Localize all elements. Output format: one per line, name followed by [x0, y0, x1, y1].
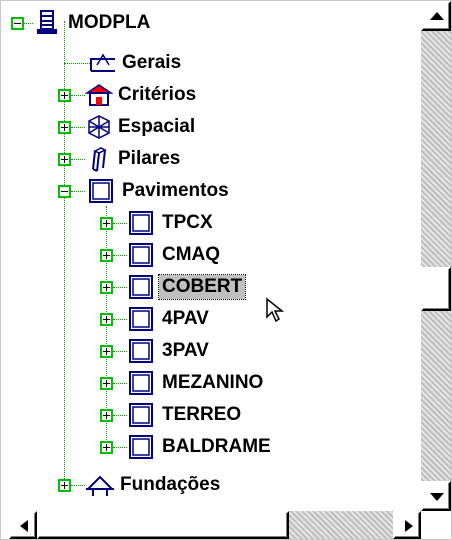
- criteria-icon: [85, 84, 113, 106]
- tree-node-label[interactable]: TPCX: [159, 211, 216, 235]
- column-icon: [92, 147, 107, 172]
- scroll-right-button[interactable]: [393, 511, 421, 539]
- tree-node-label[interactable]: MEZANINO: [159, 371, 266, 395]
- vertical-scrollbar[interactable]: [421, 1, 451, 511]
- expand-toggle[interactable]: [100, 345, 113, 358]
- arrow-left-icon: [20, 520, 28, 532]
- tree-node-label[interactable]: MODPLA: [65, 11, 153, 35]
- expand-toggle[interactable]: [58, 89, 71, 102]
- expand-toggle[interactable]: [100, 217, 113, 230]
- tree-node-label[interactable]: TERREO: [159, 403, 244, 427]
- building-icon: [37, 10, 57, 34]
- scroll-down-button[interactable]: [421, 481, 451, 511]
- floor-icon: [129, 371, 153, 395]
- scroll-up-button[interactable]: [421, 1, 451, 31]
- tree-node-label[interactable]: Espacial: [115, 115, 198, 139]
- horizontal-scroll-thumb[interactable]: [37, 511, 289, 539]
- expand-toggle[interactable]: [100, 441, 113, 454]
- foundation-icon: [85, 475, 115, 496]
- floor-icon: [129, 211, 153, 235]
- expand-toggle[interactable]: [58, 153, 71, 166]
- collapse-toggle[interactable]: [11, 17, 24, 30]
- tree-node-label-selected[interactable]: COBERT: [157, 274, 247, 300]
- tree-line-gerais-h: [64, 63, 92, 64]
- expand-toggle[interactable]: [58, 479, 71, 492]
- scrollbar-corner: [421, 511, 451, 539]
- tree-node-label[interactable]: Pilares: [115, 147, 183, 171]
- expand-toggle[interactable]: [100, 377, 113, 390]
- spatial-frame-icon: [88, 115, 110, 139]
- expand-toggle[interactable]: [100, 409, 113, 422]
- horizontal-scrollbar[interactable]: [9, 511, 421, 539]
- collapse-toggle[interactable]: [58, 185, 71, 198]
- scroll-left-button[interactable]: [9, 511, 37, 539]
- floor-icon: [89, 179, 113, 203]
- floor-icon: [129, 243, 153, 267]
- floor-icon: [129, 339, 153, 363]
- floor-icon: [129, 307, 153, 331]
- tree-node-label[interactable]: Fundações: [117, 473, 223, 497]
- beam-icon: [90, 53, 115, 72]
- tree-node-label[interactable]: 4PAV: [159, 307, 212, 331]
- arrow-down-icon: [430, 493, 444, 501]
- expand-toggle[interactable]: [100, 281, 113, 294]
- tree-node-label[interactable]: Critérios: [115, 83, 199, 107]
- expand-toggle[interactable]: [58, 121, 71, 134]
- tree-node-label[interactable]: 3PAV: [159, 339, 212, 363]
- tree-node-label[interactable]: CMAQ: [159, 243, 223, 267]
- floor-icon: [129, 403, 153, 427]
- arrow-right-icon: [405, 520, 413, 532]
- tree-node-label[interactable]: Pavimentos: [119, 179, 232, 203]
- arrow-up-icon: [430, 12, 444, 20]
- expand-toggle[interactable]: [100, 313, 113, 326]
- floor-icon: [129, 275, 153, 299]
- tree-node-label[interactable]: Gerais: [119, 51, 184, 75]
- project-tree[interactable]: MODPLA Gerais Critérios Espacial Pilares…: [9, 1, 421, 511]
- expand-toggle[interactable]: [100, 249, 113, 262]
- tree-node-label[interactable]: BALDRAME: [159, 435, 274, 459]
- vertical-scroll-thumb[interactable]: [421, 267, 451, 311]
- mouse-pointer-icon: [266, 297, 285, 323]
- floor-icon: [129, 435, 153, 459]
- tree-view-window: MODPLA Gerais Critérios Espacial Pilares…: [0, 0, 452, 540]
